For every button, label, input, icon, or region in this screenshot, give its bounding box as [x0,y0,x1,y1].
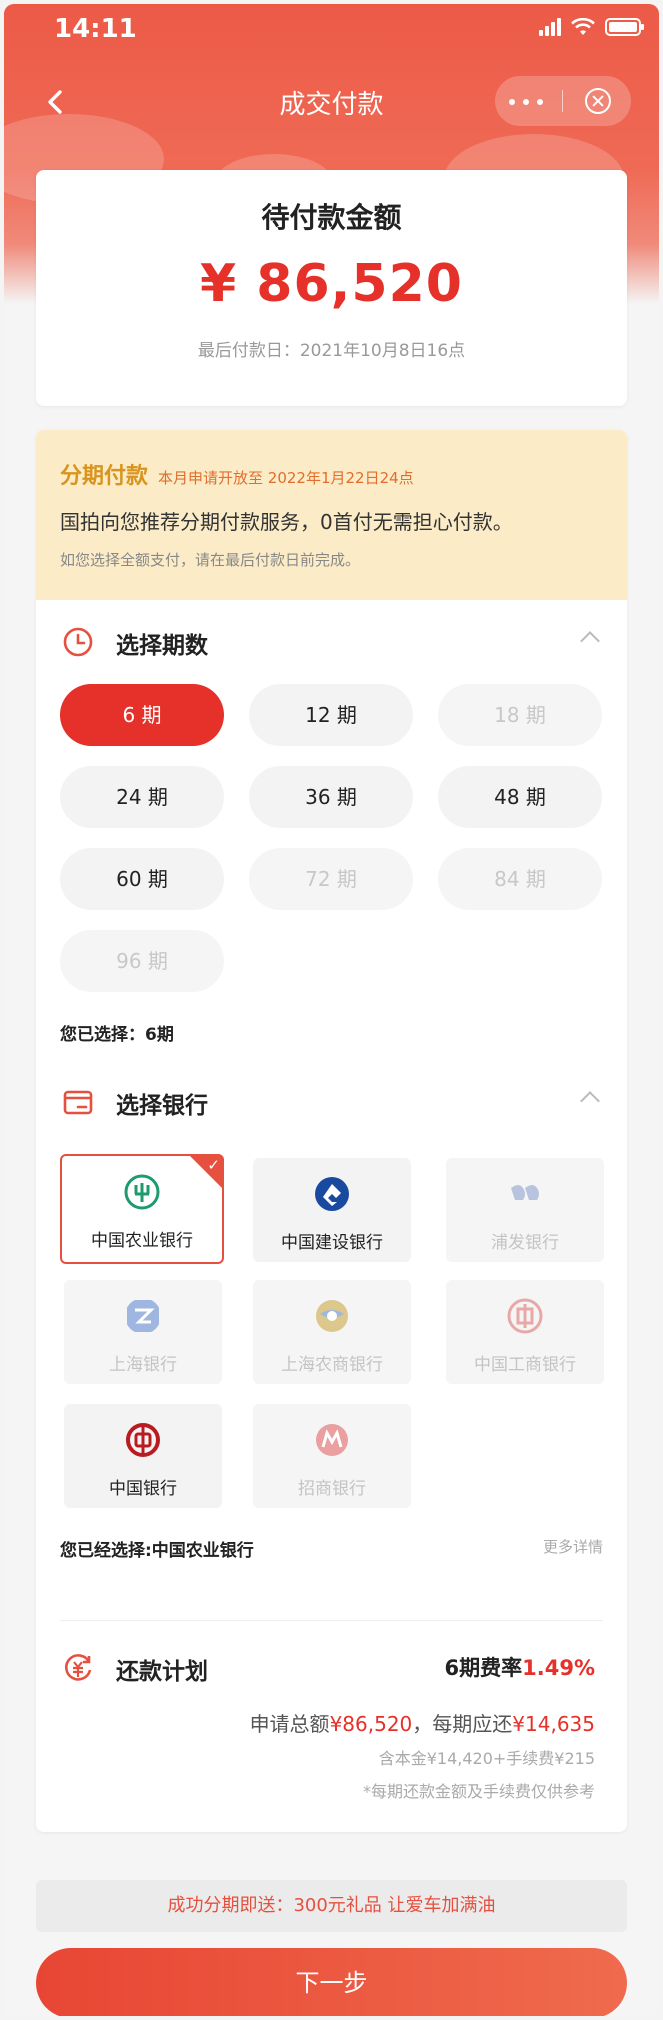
periods-title: 选择期数 [116,633,208,659]
installment-banner: 分期付款 本月申请开放至 2022年1月22日24点 国拍向您推荐分期付款服务，… [36,430,627,600]
amount-value: ¥ 86,520 [200,254,463,314]
chevron-up-icon[interactable] [580,631,600,651]
amount-card: 待付款金额 ¥ 86,520 最后付款日：2021年10月8日16点 [36,170,627,406]
wifi-icon [571,18,595,35]
banks-header[interactable]: 选择银行 [36,1060,627,1144]
close-icon[interactable] [585,88,611,114]
signal-icon [539,18,561,36]
rate-value: 1.49% [522,1656,595,1680]
more-icon[interactable] [509,99,543,105]
bank-name: 上海农商银行 [281,1355,383,1375]
bank-name: 中国建设银行 [281,1233,383,1253]
period-option-36[interactable]: 36 期 [249,766,413,828]
bos-bank-icon [127,1300,159,1332]
card-icon [63,1090,93,1115]
per-period-value: ¥14,635 [512,1712,595,1736]
more-details-link[interactable]: 更多详情 [543,1536,603,1557]
status-icons [539,18,644,36]
period-option-18: 18 期 [438,684,602,746]
bank-selected-text: 您已经选择:中国农业银行 [60,1541,254,1561]
cmb-bank-icon [316,1424,348,1456]
period-option-84: 84 期 [438,848,602,910]
per-period-label: ，每期应还 [412,1712,513,1736]
mini-program-capsule [495,76,631,126]
bank-option-srcb: 上海农商银行 [253,1280,411,1384]
bank-option-spdb: 浦发银行 [446,1158,604,1262]
divider [60,1620,603,1621]
period-option-6[interactable]: 6 期 [60,684,224,746]
bank-option-boc[interactable]: 中国银行 [64,1404,222,1508]
bank-name: 招商银行 [298,1479,366,1499]
installment-recommend: 国拍向您推荐分期付款服务，0首付无需担心付款。 [60,510,513,534]
bank-option-bos: 上海银行 [64,1280,222,1384]
rate-text: 6期费率1.49% [445,1652,595,1682]
app-frame: 14:11 成交付款 待付款金额 ¥ 86,520 最后付款日：2021年10月… [4,4,659,2016]
srcb-bank-icon [316,1300,348,1332]
period-option-72: 72 期 [249,848,413,910]
payment-deadline: 最后付款日：2021年10月8日16点 [197,341,466,361]
repayment-plan-title: 还款计划 [116,1659,208,1685]
yuan-cycle-icon [65,1654,92,1681]
bank-option-ccb[interactable]: 中国建设银行 [253,1158,411,1262]
rate-label: 6期费率 [444,1656,523,1680]
clock-icon [63,627,93,657]
bank-option-cmb: 招商银行 [253,1404,411,1508]
bank-name: 中国工商银行 [474,1355,576,1375]
installment-title: 分期付款 [60,464,149,489]
period-option-96: 96 期 [60,930,224,992]
repayment-plan-header: 还款计划 6期费率1.49% [36,1652,627,1702]
total-label: 申请总额 [249,1712,330,1736]
status-time: 14:11 [54,14,137,44]
period-selected-text: 您已选择：6期 [60,1025,174,1045]
installment-card: 分期付款 本月申请开放至 2022年1月22日24点 国拍向您推荐分期付款服务，… [36,430,627,1832]
nav-bar: 成交付款 [4,62,659,142]
amount-title: 待付款金额 [261,201,402,234]
status-bar: 14:11 [4,4,659,52]
bank-name: 中国银行 [109,1479,177,1499]
ccb-bank-icon [315,1177,349,1211]
periods-header[interactable]: 选择期数 [36,600,627,684]
period-grid: 6 期 12 期 18 期 24 期 36 期 48 期 60 期 72 期 8… [36,684,627,1045]
banks-title: 选择银行 [116,1093,208,1119]
installment-hint: 如您选择全额支付，请在最后付款日前完成。 [60,551,361,569]
gift-banner[interactable]: 成功分期即送：300元礼品 让爱车加满油 [36,1880,627,1932]
installment-notice: 本月申请开放至 2022年1月22日24点 [158,469,414,487]
boc-bank-icon [126,1423,160,1457]
period-option-12[interactable]: 12 期 [249,684,413,746]
chevron-up-icon[interactable] [580,1091,600,1111]
capsule-divider [562,90,563,112]
plan-breakdown: 含本金¥14,420+手续费¥215 [378,1749,595,1768]
battery-icon [605,18,644,36]
icbc-bank-icon [507,1298,543,1334]
bank-grid: 中国农业银行 ✓ 中国建设银行 浦发银行 上海银行 上海农商银行 中国工商银行 … [36,1144,627,1564]
abc-bank-icon [124,1174,160,1210]
bank-option-abc[interactable]: 中国农业银行 ✓ [60,1154,224,1264]
bank-name: 浦发银行 [491,1233,559,1253]
period-option-48[interactable]: 48 期 [438,766,602,828]
total-value: ¥86,520 [329,1712,413,1736]
bank-name: 中国农业银行 [91,1231,193,1251]
bank-name: 上海银行 [109,1355,177,1375]
bank-option-icbc: 中国工商银行 [446,1280,604,1384]
period-option-60[interactable]: 60 期 [60,848,224,910]
period-option-24[interactable]: 24 期 [60,766,224,828]
plan-total-line: 申请总额¥86,520，每期应还¥14,635 [250,1708,595,1737]
bank-selected-row: 您已经选择:中国农业银行 更多详情 [60,1536,603,1561]
spdb-bank-icon [511,1185,539,1200]
selected-corner: ✓ [188,1154,224,1190]
next-step-button[interactable]: 下一步 [36,1948,627,2016]
plan-disclaimer: *每期还款金额及手续费仅供参考 [362,1782,595,1801]
